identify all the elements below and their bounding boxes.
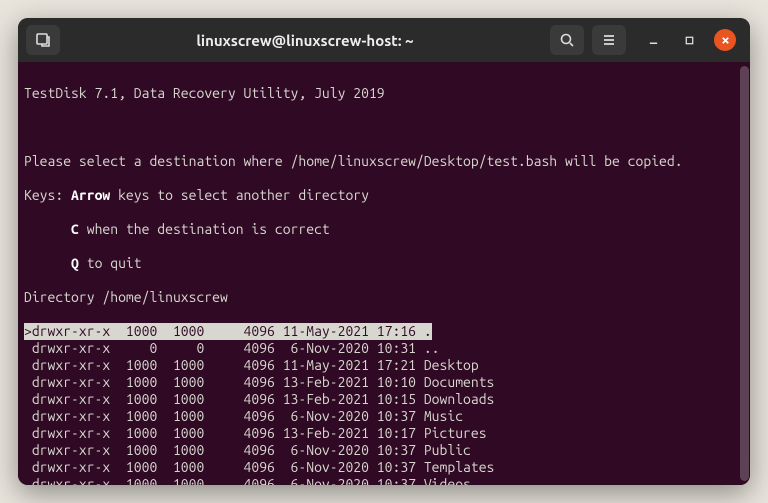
key-arrow: Arrow: [71, 187, 110, 203]
directory-line: Directory /home/linuxscrew: [24, 289, 746, 306]
keys-line-q: Q to quit: [24, 255, 746, 272]
prompt-line: Please select a destination where /home/…: [24, 153, 746, 170]
close-button[interactable]: [714, 29, 736, 51]
file-listing[interactable]: >drwxr-xr-x 1000 1000 4096 11-May-2021 1…: [24, 323, 746, 485]
list-item[interactable]: drwxr-xr-x 1000 1000 4096 13-Feb-2021 10…: [24, 425, 746, 442]
list-item[interactable]: >drwxr-xr-x 1000 1000 4096 11-May-2021 1…: [24, 323, 746, 340]
key-q: Q: [71, 255, 79, 271]
key-c: C: [71, 221, 79, 237]
list-item[interactable]: drwxr-xr-x 1000 1000 4096 6-Nov-2020 10:…: [24, 442, 746, 459]
current-dir: /home/linuxscrew: [102, 289, 227, 305]
minimize-button[interactable]: [642, 29, 664, 51]
scrollbar-thumb[interactable]: [740, 66, 749, 481]
new-tab-button[interactable]: [26, 25, 60, 55]
menu-button[interactable]: [592, 25, 626, 55]
list-item[interactable]: drwxr-xr-x 1000 1000 4096 6-Nov-2020 10:…: [24, 459, 746, 476]
app-header: TestDisk 7.1, Data Recovery Utility, Jul…: [24, 85, 746, 102]
window-controls: [642, 29, 736, 51]
list-item[interactable]: drwxr-xr-x 0 0 4096 6-Nov-2020 10:31 ..: [24, 340, 746, 357]
terminal-window: linuxscrew@linuxscrew-host: ~ TestDisk: [18, 18, 750, 485]
maximize-button[interactable]: [678, 29, 700, 51]
search-button[interactable]: [550, 25, 584, 55]
titlebar: linuxscrew@linuxscrew-host: ~: [18, 18, 750, 62]
file-path: /home/linuxscrew/Desktop/test.bash: [291, 153, 558, 169]
list-item[interactable]: drwxr-xr-x 1000 1000 4096 11-May-2021 17…: [24, 357, 746, 374]
window-title: linuxscrew@linuxscrew-host: ~: [68, 32, 542, 49]
list-item[interactable]: drwxr-xr-x 1000 1000 4096 6-Nov-2020 10:…: [24, 408, 746, 425]
keys-line-arrow: Keys: Arrow keys to select another direc…: [24, 187, 746, 204]
scrollbar[interactable]: [740, 66, 749, 481]
list-item[interactable]: drwxr-xr-x 1000 1000 4096 13-Feb-2021 10…: [24, 391, 746, 408]
blank-line: [24, 119, 746, 136]
list-item[interactable]: drwxr-xr-x 1000 1000 4096 13-Feb-2021 10…: [24, 374, 746, 391]
list-item[interactable]: drwxr-xr-x 1000 1000 4096 6-Nov-2020 10:…: [24, 476, 746, 485]
terminal-content[interactable]: TestDisk 7.1, Data Recovery Utility, Jul…: [18, 62, 750, 485]
keys-line-c: C when the destination is correct: [24, 221, 746, 238]
